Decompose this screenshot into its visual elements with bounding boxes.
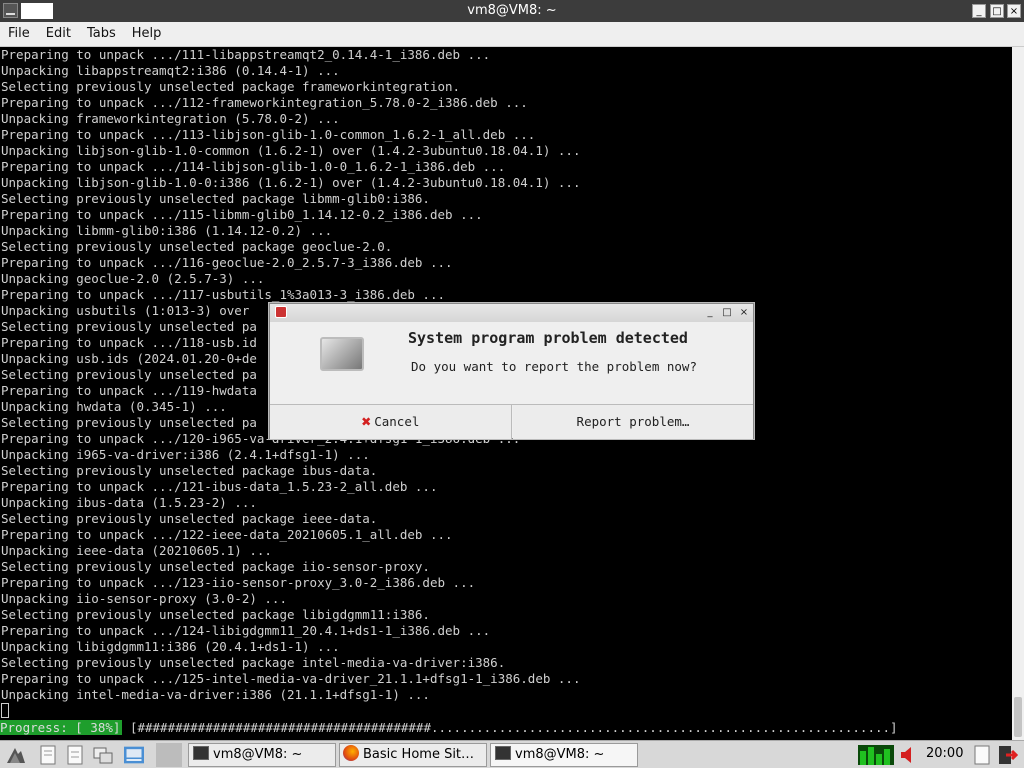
minimize-button[interactable]: _ bbox=[972, 4, 986, 18]
terminal-line: Unpacking libjson-glib-1.0-0:i386 (1.6.2… bbox=[1, 175, 581, 190]
progress-label: Progress: [ 38%] bbox=[0, 720, 123, 735]
progress-row: Progress: [ 38%] [######################… bbox=[0, 720, 898, 736]
problem-dialog: _ □ × System program problem detected Do… bbox=[269, 303, 754, 439]
terminal-line: Unpacking iio-sensor-proxy (3.0-2) ... bbox=[1, 591, 287, 606]
menu-help[interactable]: Help bbox=[124, 22, 170, 41]
terminal-line: Unpacking frameworkintegration (5.78.0-2… bbox=[1, 111, 340, 126]
start-menu-icon[interactable] bbox=[6, 745, 26, 765]
close-button[interactable]: × bbox=[1007, 4, 1021, 18]
maximize-button[interactable]: □ bbox=[990, 4, 1004, 18]
task-label: vm8@VM8: ~ bbox=[213, 747, 303, 762]
terminal-line: Unpacking libappstreamqt2:i386 (0.14.4-1… bbox=[1, 63, 340, 78]
workspace-pager[interactable] bbox=[156, 743, 182, 767]
menu-bar: File Edit Tabs Help bbox=[0, 22, 1024, 47]
progress-bar-text: [#######################################… bbox=[122, 720, 898, 735]
terminal-line: Unpacking libjson-glib-1.0-common (1.6.2… bbox=[1, 143, 581, 158]
terminal-line: Unpacking intel-media-va-driver:i386 (21… bbox=[1, 687, 430, 702]
computer-icon bbox=[320, 337, 364, 371]
text-editor-icon[interactable] bbox=[65, 745, 85, 765]
terminal-line: Selecting previously unselected package … bbox=[1, 79, 461, 94]
dialog-title: System program problem detected bbox=[408, 329, 688, 347]
terminal-line: Preparing to unpack .../117-usbutils_1%3… bbox=[1, 287, 446, 302]
dialog-app-icon bbox=[275, 306, 287, 318]
terminal-line: Preparing to unpack .../116-geoclue-2.0_… bbox=[1, 255, 453, 270]
document-icon[interactable] bbox=[972, 745, 992, 765]
cpu-monitor-icon[interactable] bbox=[858, 745, 894, 765]
task-terminal-1[interactable]: vm8@VM8: ~ bbox=[188, 743, 336, 767]
terminal-scrollbar[interactable] bbox=[1012, 47, 1024, 740]
terminal-line: Preparing to unpack .../112-frameworkint… bbox=[1, 95, 528, 110]
taskbar: vm8@VM8: ~ Basic Home Sit… vm8@VM8: ~ 20… bbox=[0, 740, 1024, 768]
terminal-line: Selecting previously unselected package … bbox=[1, 239, 393, 254]
task-label: vm8@VM8: ~ bbox=[515, 747, 605, 762]
logout-icon[interactable] bbox=[998, 745, 1018, 765]
report-problem-button[interactable]: Report problem… bbox=[513, 405, 753, 439]
terminal-cursor bbox=[1, 703, 9, 718]
terminal-line: Preparing to unpack .../123-iio-sensor-p… bbox=[1, 575, 476, 590]
dialog-minimize-button[interactable]: _ bbox=[704, 306, 716, 319]
terminal-line: Selecting previously unselected package … bbox=[1, 655, 506, 670]
terminal-line: Unpacking geoclue-2.0 (2.5.7-3) ... bbox=[1, 271, 265, 286]
cancel-button[interactable]: ✖ Cancel bbox=[270, 405, 512, 439]
menu-tabs[interactable]: Tabs bbox=[79, 22, 124, 41]
terminal-line: Unpacking libigdgmm11:i386 (20.4.1+ds1-1… bbox=[1, 639, 340, 654]
terminal-line: Unpacking libmm-glib0:i386 (1.14.12-0.2)… bbox=[1, 223, 333, 238]
terminal-line: Selecting previously unselected package … bbox=[1, 463, 378, 478]
terminal-line: Preparing to unpack .../124-libigdgmm11_… bbox=[1, 623, 491, 638]
terminal-line: Unpacking ieee-data (20210605.1) ... bbox=[1, 543, 272, 558]
clock[interactable]: 20:00 bbox=[926, 746, 963, 761]
volume-icon[interactable] bbox=[898, 745, 918, 765]
windows-icon[interactable] bbox=[93, 745, 113, 765]
terminal-line: Preparing to unpack .../115-libmm-glib0_… bbox=[1, 207, 483, 222]
dialog-button-row: ✖ Cancel Report problem… bbox=[270, 404, 753, 440]
terminal-line: Preparing to unpack .../125-intel-media-… bbox=[1, 671, 581, 686]
firefox-icon bbox=[343, 745, 359, 761]
cancel-label: Cancel bbox=[374, 414, 420, 429]
terminal-line: Unpacking i965-va-driver:i386 (2.4.1+dfs… bbox=[1, 447, 370, 462]
terminal-line: Preparing to unpack .../122-ieee-data_20… bbox=[1, 527, 453, 542]
dialog-close-button[interactable]: × bbox=[738, 306, 750, 319]
desktop-icon[interactable] bbox=[124, 745, 144, 765]
scrollbar-thumb[interactable] bbox=[1014, 697, 1022, 737]
terminal-icon bbox=[495, 746, 511, 760]
dialog-maximize-button[interactable]: □ bbox=[721, 306, 733, 319]
file-manager-icon[interactable] bbox=[38, 745, 58, 765]
terminal-line: Unpacking ibus-data (1.5.23-2) ... bbox=[1, 495, 257, 510]
terminal-line: Selecting previously unselected package … bbox=[1, 191, 430, 206]
terminal-line: Preparing to unpack .../114-libjson-glib… bbox=[1, 159, 506, 174]
terminal-icon bbox=[193, 746, 209, 760]
menu-file[interactable]: File bbox=[0, 22, 38, 41]
task-label: Basic Home Sit… bbox=[363, 747, 475, 762]
terminal-line: Selecting previously unselected package … bbox=[1, 607, 430, 622]
cancel-icon: ✖ bbox=[361, 412, 372, 431]
terminal-line: Selecting previously unselected package … bbox=[1, 559, 430, 574]
terminal-line: Selecting previously unselected package … bbox=[1, 511, 378, 526]
terminal-line: Preparing to unpack .../121-ibus-data_1.… bbox=[1, 479, 438, 494]
dialog-message: Do you want to report the problem now? bbox=[411, 359, 697, 374]
terminal-line: Preparing to unpack .../111-libappstream… bbox=[1, 47, 491, 62]
task-browser[interactable]: Basic Home Sit… bbox=[339, 743, 487, 767]
menu-edit[interactable]: Edit bbox=[38, 22, 79, 41]
terminal-line: Preparing to unpack .../113-libjson-glib… bbox=[1, 127, 536, 142]
window-titlebar[interactable]: vm8@VM8: ~ _ □ × bbox=[0, 0, 1024, 22]
dialog-titlebar[interactable]: _ □ × bbox=[270, 304, 753, 322]
task-terminal-2[interactable]: vm8@VM8: ~ bbox=[490, 743, 638, 767]
window-title: vm8@VM8: ~ bbox=[467, 3, 557, 18]
